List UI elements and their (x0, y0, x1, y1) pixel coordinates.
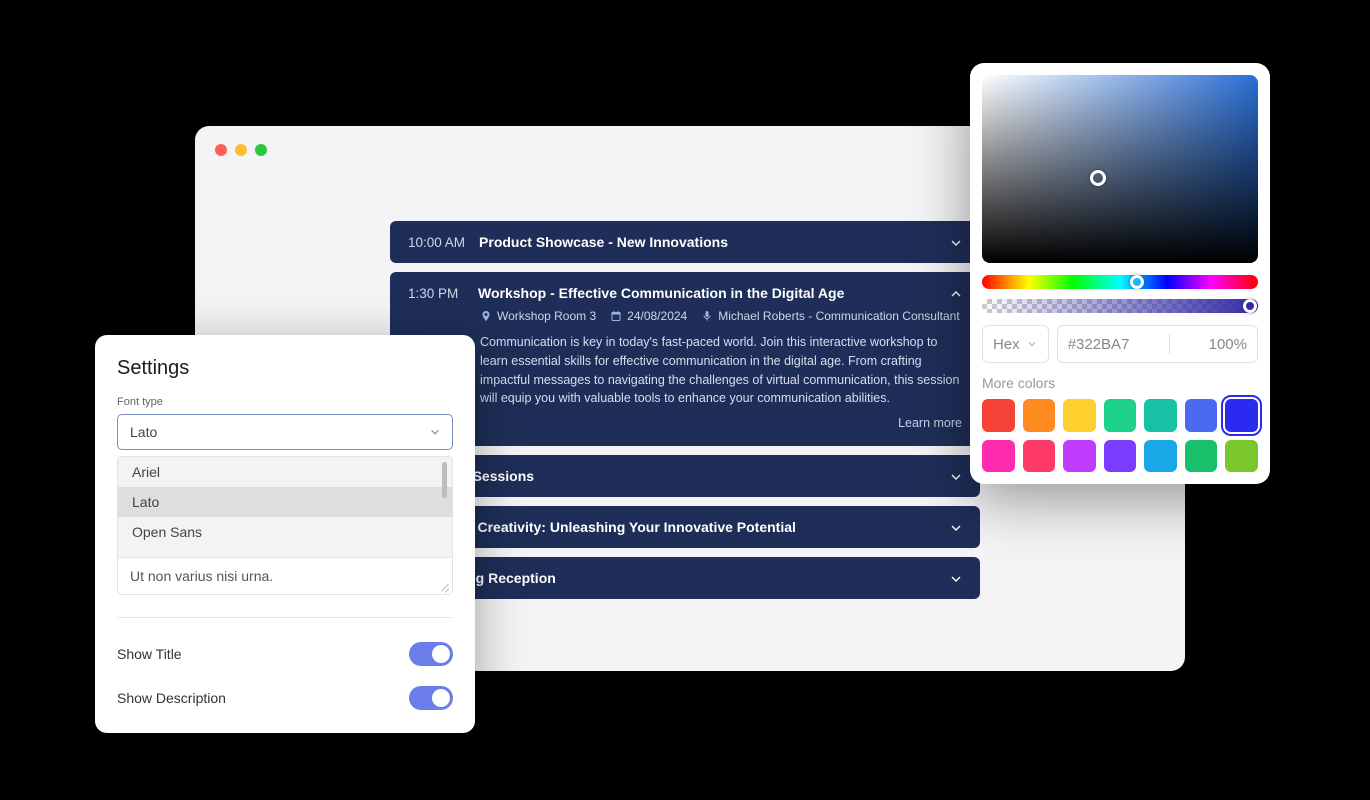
alpha-slider[interactable] (982, 299, 1258, 313)
calendar-icon (610, 310, 622, 322)
agenda-title: Workshop - Effective Communication in th… (478, 285, 844, 301)
alpha-value: 100% (1209, 336, 1247, 353)
location-pin-icon (480, 310, 492, 322)
agenda-room: Workshop Room 3 (497, 309, 596, 323)
agenda-item[interactable]: The Art of Creativity: Unleashing Your I… (390, 506, 980, 548)
show-title-toggle[interactable] (409, 642, 453, 666)
font-type-select[interactable]: Lato (117, 414, 453, 450)
settings-title: Settings (117, 357, 453, 380)
color-swatch[interactable] (982, 440, 1015, 473)
window-close-button[interactable] (215, 144, 227, 156)
font-option[interactable]: Lato (118, 487, 452, 517)
window-controls (215, 144, 267, 156)
color-swatches (982, 399, 1258, 472)
separator (1169, 334, 1170, 354)
font-option[interactable]: Open Sans (118, 517, 452, 547)
color-swatch[interactable] (1144, 440, 1177, 473)
agenda-description: Communication is key in today's fast-pac… (480, 333, 962, 408)
show-description-row: Show Description (117, 676, 453, 720)
chevron-down-icon (428, 425, 442, 439)
color-swatch[interactable] (1144, 399, 1177, 432)
font-option[interactable]: David (118, 547, 452, 557)
agenda-title: Product Showcase - New Innovations (479, 234, 728, 250)
hue-slider[interactable] (982, 275, 1258, 289)
show-description-toggle[interactable] (409, 686, 453, 710)
divider (117, 617, 453, 618)
color-swatch[interactable] (1185, 440, 1218, 473)
font-type-label: Font type (117, 396, 453, 408)
alpha-indicator[interactable] (1243, 299, 1257, 313)
font-option[interactable]: Ariel (118, 457, 452, 487)
chevron-up-icon[interactable] (948, 286, 964, 302)
color-swatch[interactable] (1225, 440, 1258, 473)
chevron-down-icon[interactable] (948, 520, 964, 536)
textarea-field[interactable]: Ut non varius nisi urna. (118, 557, 452, 594)
color-swatch[interactable] (1023, 440, 1056, 473)
more-colors-label: More colors (982, 375, 1258, 391)
saturation-panel[interactable] (982, 75, 1258, 263)
agenda-date: 24/08/2024 (627, 309, 687, 323)
agenda-item-expanded[interactable]: 1:30 PM Workshop - Effective Communicati… (390, 272, 980, 446)
resize-handle-icon[interactable] (438, 580, 450, 592)
color-swatch[interactable] (1225, 399, 1258, 432)
window-minimize-button[interactable] (235, 144, 247, 156)
color-swatch[interactable] (982, 399, 1015, 432)
show-title-row: Show Title (117, 632, 453, 676)
color-swatch[interactable] (1023, 399, 1056, 432)
chevron-down-icon[interactable] (948, 469, 964, 485)
agenda-time: 1:30 PM (408, 286, 464, 301)
show-title-label: Show Title (117, 646, 182, 662)
dropdown-scrollbar[interactable] (442, 462, 447, 498)
agenda-list: 10:00 AM Product Showcase - New Innovati… (390, 221, 980, 599)
color-format-value: Hex (993, 336, 1020, 353)
show-description-label: Show Description (117, 690, 226, 706)
microphone-icon (701, 310, 713, 322)
chevron-down-icon (1026, 338, 1038, 350)
agenda-item[interactable]: Networking Reception (390, 557, 980, 599)
agenda-meta: Workshop Room 3 24/08/2024 Michael Rober… (480, 309, 962, 323)
font-options-dropdown: Ariel Lato Open Sans David Ut non varius… (117, 456, 453, 595)
hex-value: #322BA7 (1068, 336, 1130, 353)
font-type-value: Lato (130, 424, 157, 440)
window-maximize-button[interactable] (255, 144, 267, 156)
color-swatch[interactable] (1063, 440, 1096, 473)
textarea-value: Ut non varius nisi urna. (130, 568, 273, 584)
agenda-time: 10:00 AM (408, 235, 465, 250)
color-value-input[interactable]: #322BA7 100% (1057, 325, 1258, 363)
color-swatch[interactable] (1063, 399, 1096, 432)
settings-panel: Settings Font type Lato Ariel Lato Open … (95, 335, 475, 733)
chevron-down-icon[interactable] (948, 571, 964, 587)
agenda-item[interactable]: 10:00 AM Product Showcase - New Innovati… (390, 221, 980, 263)
color-swatch[interactable] (1104, 399, 1137, 432)
chevron-down-icon[interactable] (948, 235, 964, 251)
hue-indicator[interactable] (1130, 275, 1144, 289)
saturation-indicator[interactable] (1090, 170, 1106, 186)
learn-more-link[interactable]: Learn more (408, 416, 962, 430)
color-swatch[interactable] (1185, 399, 1218, 432)
color-picker-panel: Hex #322BA7 100% More colors (970, 63, 1270, 484)
agenda-item[interactable]: Breakout Sessions (390, 455, 980, 497)
color-swatch[interactable] (1104, 440, 1137, 473)
agenda-speaker: Michael Roberts - Communication Consulta… (718, 309, 959, 323)
color-format-select[interactable]: Hex (982, 325, 1049, 363)
